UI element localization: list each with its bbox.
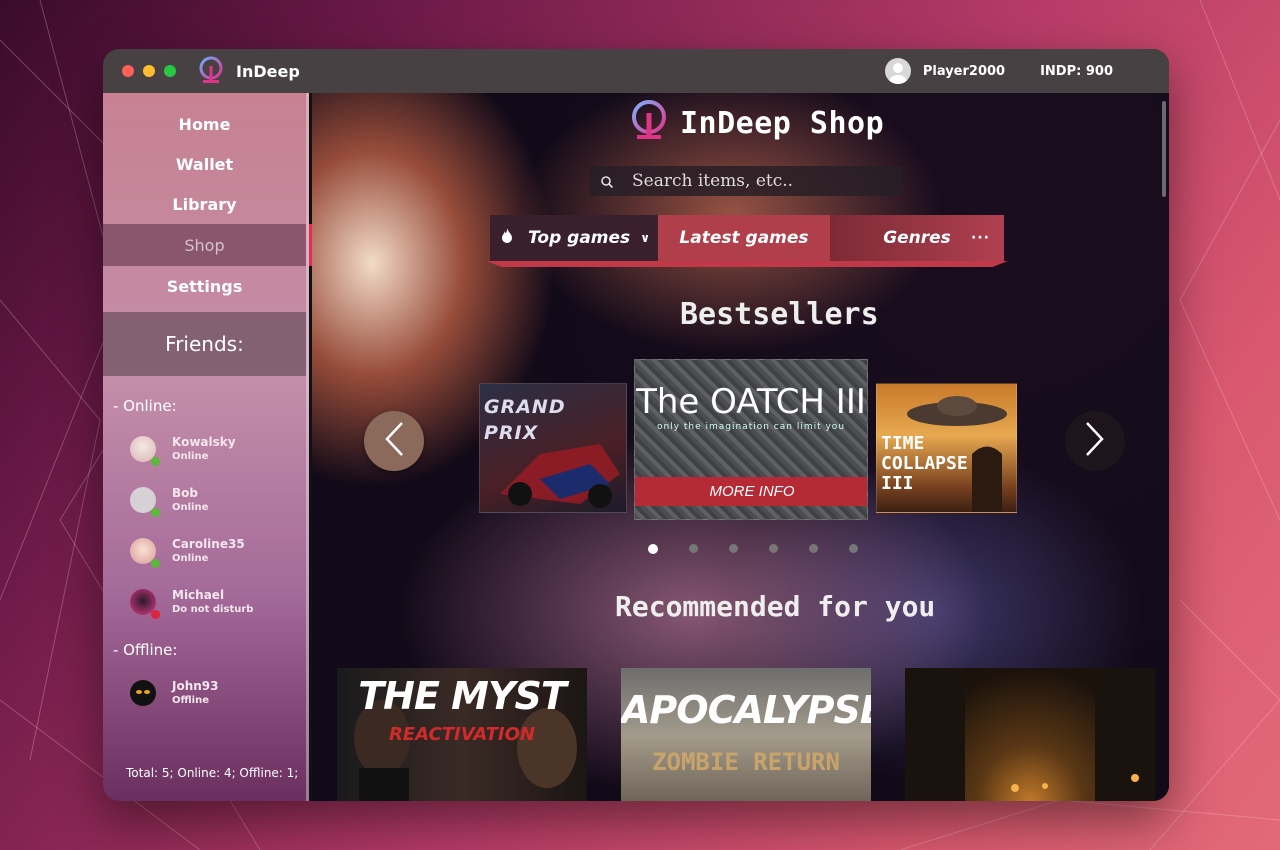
tab-genres[interactable]: Genres ··· (830, 215, 1004, 261)
avatar (130, 679, 156, 706)
card-subtitle: ZOMBIE RETURN (652, 748, 840, 776)
recommended-card[interactable]: APOCALYPSE ZOMBIE RETURN (621, 668, 871, 801)
tab-top-games[interactable]: Top games ∨ (500, 215, 650, 261)
card-title: APOCALYPSE (621, 688, 871, 732)
carousel-dot[interactable] (729, 544, 738, 553)
search-input[interactable] (632, 171, 872, 191)
card-title: TIME COLLAPSE III (881, 433, 968, 494)
friend-name: Kowalsky (172, 434, 236, 449)
friend-status: Offline (172, 694, 209, 706)
app-logo-icon (198, 56, 224, 86)
friend-status: Online (172, 552, 209, 564)
app-window: InDeep Player2000 INDP: 900 Home Wallet … (103, 49, 1169, 801)
offline-friends-list: John93 Offline (103, 667, 306, 718)
friend-status: Online (172, 501, 209, 513)
more-info-button[interactable]: MORE INFO (635, 477, 867, 506)
online-group-heading: - Online: (113, 397, 177, 415)
username[interactable]: Player2000 (923, 64, 1005, 79)
carousel-prev-button[interactable] (364, 411, 424, 471)
chevron-right-icon (1085, 421, 1105, 461)
nav-library[interactable]: Library (103, 184, 306, 224)
online-friends-list: Kowalsky Online Bob Online Caroline35 On… (103, 423, 306, 627)
fire-icon (500, 227, 514, 249)
street-art (905, 668, 1155, 801)
category-tabs: Top games ∨ Latest games Genres ··· (486, 215, 1008, 267)
friend-item[interactable]: Bob Online (130, 474, 306, 525)
nav-home[interactable]: Home (103, 104, 306, 144)
user-avatar-icon[interactable] (884, 58, 911, 84)
shop-main: InDeep Shop Top games ∨ Latest games Gen… (312, 93, 1169, 801)
tab-genres-label: Genres (883, 228, 951, 248)
more-icon[interactable]: ··· (971, 230, 990, 246)
search-icon[interactable] (600, 174, 614, 189)
window-controls (122, 65, 176, 77)
friend-item[interactable]: Michael Do not disturb (130, 576, 306, 627)
avatar (130, 435, 160, 466)
carousel-dot[interactable] (769, 544, 778, 553)
friends-total: Total: 5; Online: 4; Offline: 1; (126, 766, 299, 780)
scrollbar[interactable] (1162, 101, 1166, 197)
bestseller-card-featured[interactable]: The OATCH III only the imagination can l… (634, 359, 868, 520)
tab-top-games-label: Top games (528, 228, 631, 248)
chevron-left-icon (384, 421, 404, 461)
carousel-next-button[interactable] (1065, 411, 1125, 471)
bestsellers-heading: Bestsellers (680, 297, 879, 332)
app-name: InDeep (236, 61, 300, 81)
carousel-pagination (648, 544, 858, 554)
friend-name: Michael (172, 587, 225, 602)
card-title: THE MYST (358, 674, 567, 718)
minimize-window-button[interactable] (143, 65, 155, 77)
card-subtitle: REACTIVATION (389, 724, 535, 745)
status-dot (151, 558, 160, 568)
friend-status: Do not disturb (172, 603, 254, 615)
card-title: GRAND PRIX (484, 396, 566, 444)
bestseller-card[interactable]: TIME COLLAPSE III (876, 383, 1017, 513)
search-bar (589, 166, 902, 196)
offline-group-heading: - Offline: (113, 641, 178, 659)
carousel-dot[interactable] (849, 544, 858, 553)
tabs-floor (486, 261, 1008, 267)
friend-item[interactable]: John93 Offline (130, 667, 306, 718)
shop-header: InDeep Shop (630, 99, 884, 147)
avatar (130, 486, 160, 517)
friend-status: Online (172, 450, 209, 462)
sidebar: Home Wallet Library Shop Settings Friend… (103, 93, 314, 801)
friend-name: Bob (172, 485, 198, 500)
carousel-dot[interactable] (809, 544, 818, 553)
status-dot (151, 609, 160, 619)
recommended-heading: Recommended for you (615, 590, 936, 623)
friend-item[interactable]: Caroline35 Online (130, 525, 306, 576)
card-title: The OATCH III (636, 382, 866, 422)
avatar (130, 537, 160, 568)
status-dot (151, 507, 160, 517)
nav-shop[interactable]: Shop (103, 224, 314, 266)
friend-item[interactable]: Kowalsky Online (130, 423, 306, 474)
friends-heading: Friends: (103, 312, 306, 376)
recommended-card[interactable] (905, 668, 1155, 801)
close-window-button[interactable] (122, 65, 134, 77)
maximize-window-button[interactable] (164, 65, 176, 77)
page-title: InDeep Shop (680, 105, 885, 141)
card-tagline: only the imagination can limit you (656, 422, 846, 432)
nav-wallet[interactable]: Wallet (103, 144, 306, 184)
friend-name: John93 (172, 678, 219, 693)
nav-settings[interactable]: Settings (103, 266, 306, 306)
tab-latest-games[interactable]: Latest games (658, 215, 830, 261)
chevron-down-icon: ∨ (640, 231, 650, 245)
carousel-dot[interactable] (689, 544, 698, 553)
recommended-card[interactable]: THE MYST REACTIVATION (337, 668, 587, 801)
user-area: Player2000 INDP: 900 (884, 49, 1113, 93)
shop-logo-icon (630, 99, 668, 147)
title-bar: InDeep Player2000 INDP: 900 (103, 49, 1169, 93)
avatar (130, 588, 160, 619)
friend-name: Caroline35 (172, 536, 245, 551)
balance: INDP: 900 (1040, 63, 1113, 79)
carousel-dot[interactable] (648, 544, 658, 554)
main-nav: Home Wallet Library Shop Settings (103, 93, 314, 306)
status-dot (151, 456, 160, 466)
bestseller-card[interactable]: GRAND PRIX (479, 383, 627, 513)
